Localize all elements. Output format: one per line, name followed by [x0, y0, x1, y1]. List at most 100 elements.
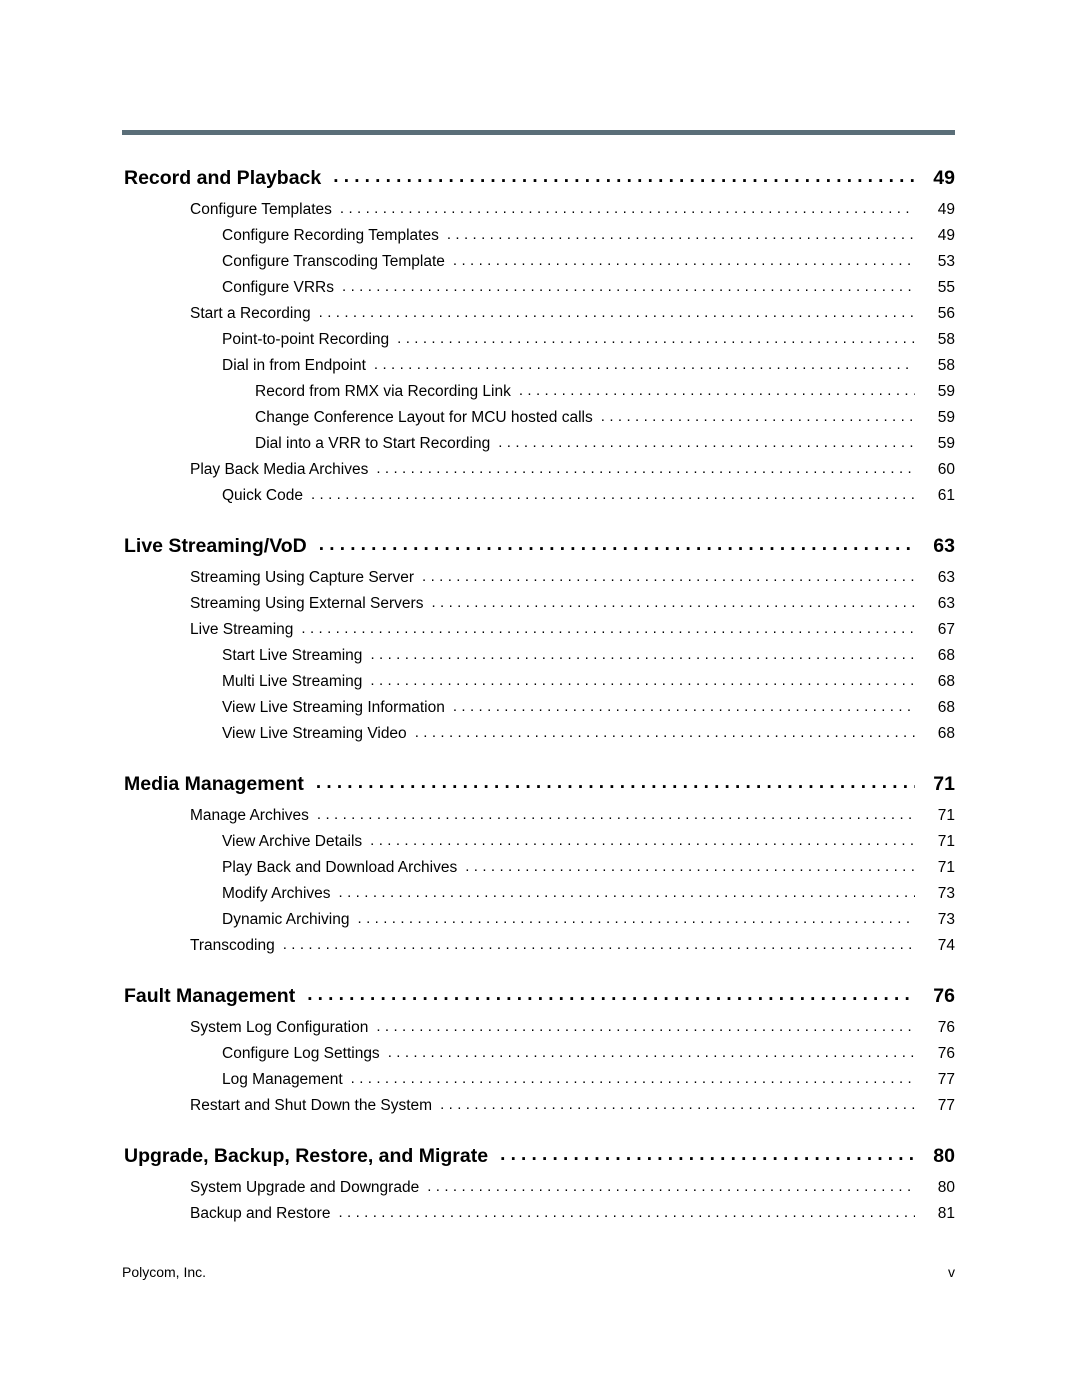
toc-entry-label: Transcoding	[190, 937, 275, 954]
toc-entry-page-number: 77	[937, 1071, 955, 1088]
toc-entry-label: Log Management	[222, 1071, 343, 1088]
toc-entry-label: Restart and Shut Down the System	[190, 1097, 433, 1114]
toc-entry-label: Play Back Media Archives	[190, 461, 369, 478]
toc-entry-page-number: 68	[937, 725, 955, 742]
toc-entry-page-number: 63	[937, 569, 955, 586]
toc-entry[interactable]: Quick Code..............................…	[0, 487, 1080, 513]
toc-leader-dots: ........................................…	[357, 911, 916, 926]
toc-section-heading[interactable]: Record and Playback.....................…	[0, 167, 1080, 201]
toc-entry-page-number: 59	[937, 409, 955, 426]
toc-entry-page-number: 49	[937, 227, 955, 244]
toc-leader-dots: ........................................…	[414, 725, 915, 740]
toc-entry[interactable]: Configure VRRs..........................…	[0, 279, 1080, 305]
toc-entry-label: Modify Archives	[222, 885, 331, 902]
toc-leader-dots: ........................................…	[376, 1019, 915, 1034]
toc-entry-page-number: 58	[937, 357, 955, 374]
toc-entry-label: Dial in from Endpoint	[222, 357, 366, 374]
toc-entry-label: Configure Log Settings	[222, 1045, 380, 1062]
toc-entry-page-number: 74	[937, 937, 955, 954]
toc-entry-label: Manage Archives	[190, 807, 309, 824]
toc-entry[interactable]: Play Back Media Archives................…	[0, 461, 1080, 487]
toc-entry[interactable]: View Live Streaming Information.........…	[0, 699, 1080, 725]
toc-entry[interactable]: View Archive Details....................…	[0, 833, 1080, 859]
toc-leader-dots: ........................................…	[387, 1045, 915, 1060]
toc-entry[interactable]: Multi Live Streaming....................…	[0, 673, 1080, 699]
toc-entry-page-number: 71	[933, 773, 955, 795]
toc-entry[interactable]: View Live Streaming Video...............…	[0, 725, 1080, 751]
toc-leader-dots: ........................................…	[370, 833, 915, 848]
toc-entry-page-number: 68	[937, 647, 955, 664]
toc-entry[interactable]: Start a Recording.......................…	[0, 305, 1080, 331]
toc-entry-page-number: 49	[937, 201, 955, 218]
toc-entry-label: Configure Transcoding Template	[222, 253, 445, 270]
toc-section-heading[interactable]: Media Management........................…	[0, 773, 1080, 807]
toc-entry-page-number: 76	[933, 985, 955, 1007]
toc-entry[interactable]: Transcoding.............................…	[0, 937, 1080, 963]
toc-leader-dots: ........................................…	[452, 253, 915, 268]
toc-entry-page-number: 56	[937, 305, 955, 322]
toc-entry-page-number: 49	[933, 167, 955, 189]
toc-entry[interactable]: System Log Configuration................…	[0, 1019, 1080, 1045]
toc-entry[interactable]: Configure Templates.....................…	[0, 201, 1080, 227]
toc-entry[interactable]: Record from RMX via Recording Link......…	[0, 383, 1080, 409]
document-page: Record and Playback.....................…	[0, 0, 1080, 1397]
toc-leader-dots: ........................................…	[310, 487, 915, 502]
toc-entry-page-number: 67	[937, 621, 955, 638]
toc-entry-label: View Archive Details	[222, 833, 363, 850]
toc-leader-dots: ........................................…	[452, 699, 915, 714]
toc-leader-dots: ........................................…	[333, 167, 915, 186]
toc-leader-dots: ........................................…	[518, 383, 915, 398]
toc-section-heading[interactable]: Upgrade, Backup, Restore, and Migrate...…	[0, 1145, 1080, 1179]
toc-entry-label: Configure Templates	[190, 201, 332, 218]
toc-entry[interactable]: Play Back and Download Archives.........…	[0, 859, 1080, 885]
toc-entry-page-number: 59	[937, 435, 955, 452]
toc-entry-label: Point-to-point Recording	[222, 331, 390, 348]
toc-section-heading[interactable]: Fault Management........................…	[0, 985, 1080, 1019]
toc-entry-label: System Log Configuration	[190, 1019, 369, 1036]
toc-leader-dots: ........................................…	[307, 985, 915, 1004]
toc-entry-label: Live Streaming	[190, 621, 294, 638]
toc-entry[interactable]: Streaming Using Capture Server..........…	[0, 569, 1080, 595]
toc-leader-dots: ........................................…	[315, 773, 915, 792]
toc-entry-label: Streaming Using Capture Server	[190, 569, 414, 586]
toc-entry-page-number: 80	[933, 1145, 955, 1167]
table-of-contents: Record and Playback.....................…	[0, 167, 1080, 1231]
toc-leader-dots: ........................................…	[318, 305, 915, 320]
toc-entry[interactable]: Log Management..........................…	[0, 1071, 1080, 1097]
toc-entry[interactable]: Live Streaming..........................…	[0, 621, 1080, 647]
toc-section-heading[interactable]: Live Streaming/VoD......................…	[0, 535, 1080, 569]
footer-page-number: v	[948, 1264, 955, 1280]
toc-entry[interactable]: Modify Archives.........................…	[0, 885, 1080, 911]
toc-entry[interactable]: Dynamic Archiving.......................…	[0, 911, 1080, 937]
toc-entry-label: Media Management	[124, 773, 304, 795]
toc-entry-page-number: 61	[937, 487, 955, 504]
toc-leader-dots: ........................................…	[465, 859, 915, 874]
toc-entry[interactable]: Configure Transcoding Template..........…	[0, 253, 1080, 279]
toc-entry[interactable]: Change Conference Layout for MCU hosted …	[0, 409, 1080, 435]
toc-leader-dots: ........................................…	[350, 1071, 915, 1086]
toc-entry-page-number: 55	[937, 279, 955, 296]
toc-entry[interactable]: Configure Log Settings..................…	[0, 1045, 1080, 1071]
toc-entry[interactable]: Dial into a VRR to Start Recording......…	[0, 435, 1080, 461]
toc-entry[interactable]: Streaming Using External Servers........…	[0, 595, 1080, 621]
toc-leader-dots: ........................................…	[338, 885, 915, 900]
toc-entry-page-number: 81	[937, 1205, 955, 1222]
toc-entry-label: Fault Management	[124, 985, 296, 1007]
toc-entry[interactable]: Start Live Streaming....................…	[0, 647, 1080, 673]
toc-entry[interactable]: System Upgrade and Downgrade............…	[0, 1179, 1080, 1205]
toc-entry-page-number: 71	[937, 807, 955, 824]
toc-entry-page-number: 68	[937, 699, 955, 716]
toc-entry-label: Dynamic Archiving	[222, 911, 350, 928]
toc-entry-page-number: 63	[933, 535, 955, 557]
toc-entry[interactable]: Dial in from Endpoint...................…	[0, 357, 1080, 383]
toc-leader-dots: ........................................…	[600, 409, 915, 424]
toc-entry[interactable]: Backup and Restore......................…	[0, 1205, 1080, 1231]
toc-entry-label: Play Back and Download Archives	[222, 859, 458, 876]
toc-entry[interactable]: Manage Archives.........................…	[0, 807, 1080, 833]
toc-leader-dots: ........................................…	[440, 1097, 915, 1112]
toc-entry-label: Quick Code	[222, 487, 303, 504]
toc-entry[interactable]: Restart and Shut Down the System........…	[0, 1097, 1080, 1123]
toc-entry[interactable]: Configure Recording Templates...........…	[0, 227, 1080, 253]
toc-entry[interactable]: Point-to-point Recording................…	[0, 331, 1080, 357]
toc-entry-page-number: 63	[937, 595, 955, 612]
